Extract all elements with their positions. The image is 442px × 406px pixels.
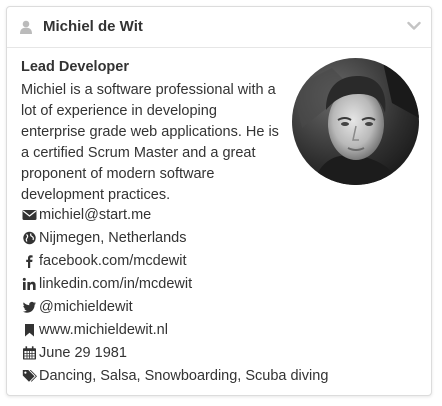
birthday-text: June 29 1981 [39, 345, 127, 361]
website-link[interactable]: www.michieldewit.nl [39, 320, 168, 340]
email-link[interactable]: michiel@start.me [39, 205, 151, 225]
header-name: Michiel de Wit [43, 18, 143, 35]
contact-list: michiel@start.me Nijmegen, Netherlands f… [21, 205, 421, 389]
tags-icon [22, 370, 37, 382]
card-header[interactable]: Michiel de Wit [7, 7, 431, 48]
facebook-link[interactable]: facebook.com/mcdewit [39, 251, 186, 271]
envelope-icon [22, 210, 37, 220]
contact-interests: Dancing, Salsa, Snowboarding, Scuba divi… [21, 366, 421, 389]
facebook-icon [26, 255, 33, 268]
location-text: Nijmegen, Netherlands [39, 230, 187, 246]
contact-twitter[interactable]: @michieldewit [21, 297, 421, 320]
profile-card: Michiel de Wit Lead Developer Michiel is… [6, 6, 432, 396]
interests-text: Dancing, Salsa, Snowboarding, Scuba divi… [39, 368, 329, 384]
contact-email[interactable]: michiel@start.me [21, 205, 421, 228]
contact-birthday: June 29 1981 [21, 343, 421, 366]
contact-facebook[interactable]: facebook.com/mcdewit [21, 251, 421, 274]
linkedin-link[interactable]: linkedin.com/in/mcdewit [39, 274, 192, 294]
twitter-icon [22, 301, 36, 313]
bio-text: Michiel is a software professional with … [21, 82, 279, 203]
contact-website[interactable]: www.michieldewit.nl [21, 320, 421, 343]
avatar [292, 58, 419, 185]
calendar-icon [23, 346, 36, 360]
profile-photo [292, 58, 419, 185]
contact-linkedin[interactable]: linkedin.com/in/mcdewit [21, 274, 421, 297]
twitter-link[interactable]: @michieldewit [39, 297, 133, 317]
chevron-down-icon[interactable] [407, 21, 421, 31]
contact-location: Nijmegen, Netherlands [21, 228, 421, 251]
job-title: Lead Developer [21, 59, 129, 75]
linkedin-icon [22, 277, 36, 290]
bookmark-icon [25, 324, 34, 337]
globe-icon [23, 231, 36, 245]
user-icon [20, 20, 32, 34]
